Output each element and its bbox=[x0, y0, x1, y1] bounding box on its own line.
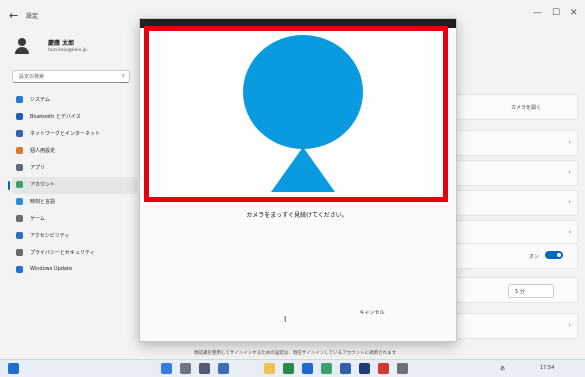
powerpoint-icon[interactable] bbox=[378, 363, 389, 374]
dropdown-value: 5 分 bbox=[515, 289, 525, 295]
sidebar-item[interactable]: システム bbox=[12, 92, 138, 109]
chevron-right-icon: › bbox=[568, 321, 571, 329]
sidebar-item[interactable]: Bluetooth とデバイス bbox=[12, 109, 138, 126]
accessibility-icon bbox=[16, 232, 23, 239]
chat-icon[interactable] bbox=[218, 363, 229, 374]
sidebar-item[interactable]: アクセシビリティ bbox=[12, 228, 138, 245]
account-icon bbox=[16, 181, 23, 188]
chevron-right-icon: › bbox=[568, 198, 571, 206]
sidebar-nav: システム Bluetooth とデバイスネットワークとインターネット 個人用設定アプ… bbox=[8, 92, 138, 279]
chevron-right-icon: › bbox=[568, 138, 571, 146]
sidebar-item-label: ゲーム bbox=[30, 216, 45, 222]
settings-taskbar-icon[interactable] bbox=[397, 363, 408, 374]
excel-icon[interactable] bbox=[283, 363, 294, 374]
search-input[interactable]: 設定の検索 ⌕ bbox=[12, 70, 130, 83]
timeout-dropdown[interactable]: 5 分 bbox=[508, 284, 554, 298]
maximize-button[interactable]: ☐ bbox=[552, 8, 560, 18]
back-arrow-icon[interactable]: ← bbox=[9, 9, 18, 22]
edge-icon[interactable] bbox=[302, 363, 313, 374]
sidebar-item[interactable]: 個人用設定 bbox=[12, 143, 138, 160]
sidebar-item-label: Windows Update bbox=[30, 266, 73, 272]
chevron-right-icon: › bbox=[568, 228, 571, 236]
toggle-label: オン bbox=[529, 254, 540, 260]
system-icon bbox=[16, 96, 23, 103]
bluetooth-icon bbox=[16, 113, 23, 120]
sidebar-item[interactable]: アプリ bbox=[12, 160, 138, 177]
sidebar: 慶應 太郎 taro.keio@keio.jp 設定の検索 ⌕ システム Blue… bbox=[0, 32, 138, 350]
clock[interactable]: 17:54 bbox=[540, 365, 554, 371]
sidebar-item-label: 時刻と言語 bbox=[30, 199, 56, 205]
taskbar: あ 17:54 bbox=[0, 359, 585, 377]
person-silhouette-icon bbox=[243, 35, 363, 192]
sidebar-item-label: プライバシーとセキュリティ bbox=[30, 250, 95, 256]
app-title: 設定 bbox=[26, 13, 39, 20]
sidebar-item-label: 個人用設定 bbox=[30, 148, 56, 154]
network-icon bbox=[16, 130, 23, 137]
text-cursor-icon: I bbox=[284, 315, 287, 324]
sidebar-item-label: アカウント bbox=[30, 182, 56, 188]
instruction-text: カメラをまっすぐ見続けてください。 bbox=[246, 212, 348, 219]
chevron-right-icon: › bbox=[568, 168, 571, 176]
sidebar-item-label: システム bbox=[30, 97, 50, 103]
close-button[interactable]: ✕ bbox=[570, 8, 578, 18]
cancel-label: キャンセル bbox=[359, 310, 385, 316]
globe-icon bbox=[16, 198, 23, 205]
footer-note: 顔認識を使用してサインインするための設定は、現在サインインしているアカウントに適… bbox=[193, 351, 397, 356]
cancel-button[interactable]: キャンセル bbox=[346, 306, 398, 320]
brush-icon bbox=[16, 147, 23, 154]
store-icon[interactable] bbox=[321, 363, 332, 374]
avatar bbox=[14, 38, 30, 54]
search-taskbar-icon[interactable] bbox=[180, 363, 191, 374]
word-icon[interactable] bbox=[340, 363, 351, 374]
open-camera-label: カメラを開く bbox=[511, 105, 542, 111]
widgets-icon[interactable] bbox=[8, 363, 19, 374]
user-name: 慶應 太郎 bbox=[48, 40, 75, 47]
sidebar-item[interactable]: アカウント bbox=[8, 177, 138, 194]
sidebar-item[interactable]: ネットワークとインターネット bbox=[12, 126, 138, 143]
sidebar-item[interactable]: Windows Update bbox=[12, 262, 138, 279]
outlook-icon[interactable] bbox=[359, 363, 370, 374]
file-explorer-icon[interactable] bbox=[264, 363, 275, 374]
sidebar-item-label: ネットワークとインターネット bbox=[30, 131, 101, 137]
game-icon bbox=[16, 215, 23, 222]
search-placeholder: 設定の検索 bbox=[19, 74, 45, 80]
minimize-button[interactable]: — bbox=[533, 8, 542, 18]
sidebar-item[interactable]: 時刻と言語 bbox=[12, 194, 138, 211]
toggle-switch[interactable] bbox=[545, 251, 563, 259]
update-icon bbox=[16, 266, 23, 273]
search-icon: ⌕ bbox=[121, 72, 125, 79]
selection-indicator bbox=[8, 181, 10, 190]
camera-preview-frame bbox=[144, 26, 448, 202]
ime-indicator[interactable]: あ bbox=[500, 365, 505, 372]
apps-icon bbox=[16, 164, 23, 171]
sidebar-item-label: アプリ bbox=[30, 165, 46, 171]
start-button[interactable] bbox=[161, 363, 172, 374]
sidebar-item-label: アクセシビリティ bbox=[30, 233, 70, 239]
sidebar-item-label: Bluetooth とデバイス bbox=[30, 114, 81, 120]
shield-icon bbox=[16, 249, 23, 256]
sidebar-item[interactable]: プライバシーとセキュリティ bbox=[12, 245, 138, 262]
sidebar-item[interactable]: ゲーム bbox=[12, 211, 138, 228]
user-email: taro.keio@keio.jp bbox=[48, 48, 87, 53]
task-view-icon[interactable] bbox=[199, 363, 210, 374]
